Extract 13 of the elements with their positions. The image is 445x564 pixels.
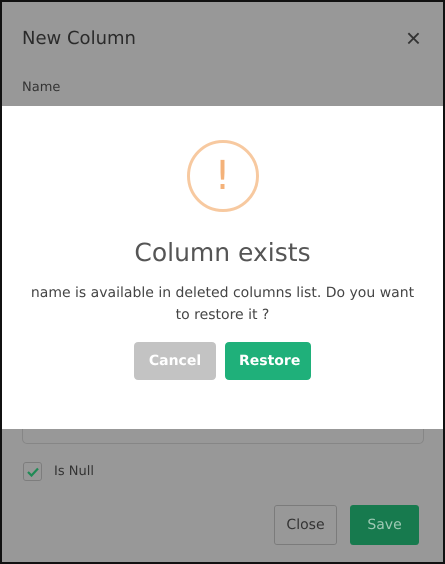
save-button[interactable]: Save	[350, 505, 419, 545]
dialog-title: New Column	[22, 28, 136, 48]
alert-title: Column exists	[134, 238, 311, 267]
checkbox-label: Is Null	[54, 464, 94, 479]
checkbox[interactable]	[23, 462, 42, 481]
check-icon	[26, 466, 40, 478]
input-field[interactable]	[22, 429, 424, 444]
restore-button[interactable]: Restore	[225, 342, 311, 380]
alert-message: name is available in deleted columns list. Do you want to restore it ?	[30, 284, 416, 325]
field-label: Name	[22, 80, 62, 97]
warning-icon: !	[186, 140, 258, 212]
cancel-button[interactable]: Cancel	[134, 342, 216, 380]
close-button[interactable]: Close	[274, 505, 337, 545]
